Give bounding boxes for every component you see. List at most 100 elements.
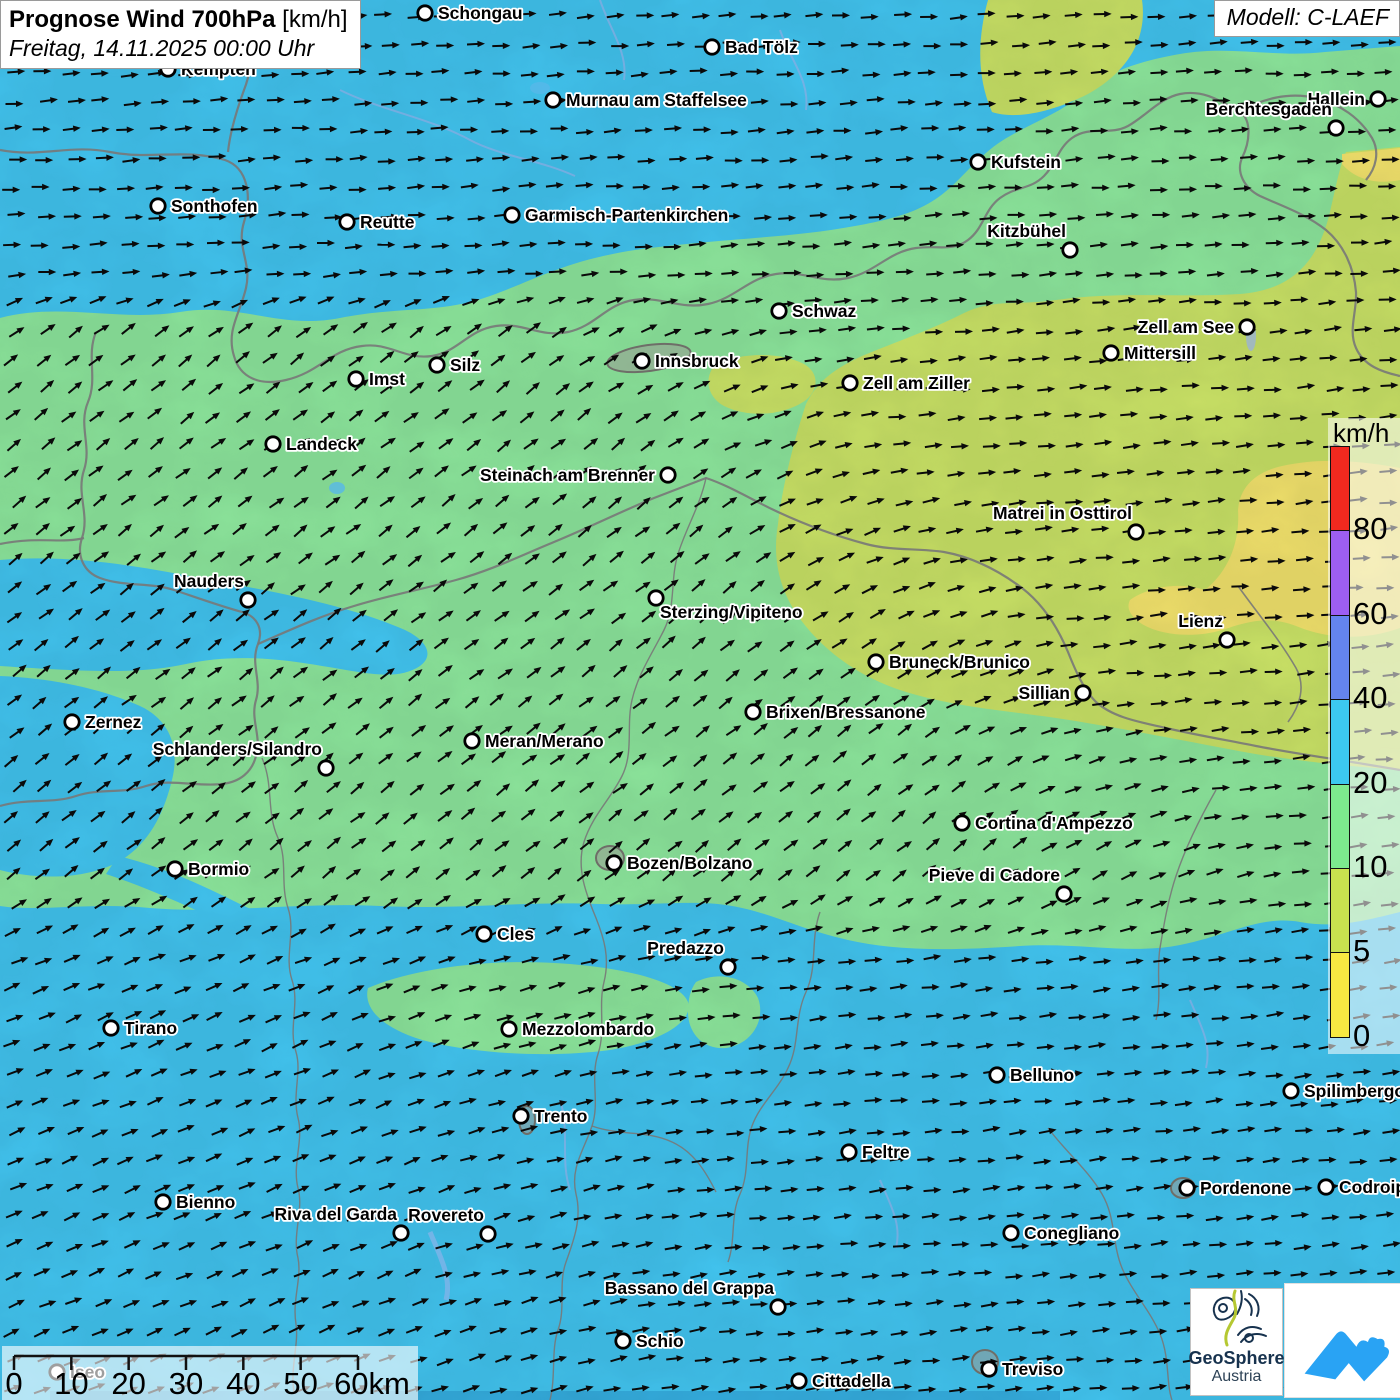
- city-label: Feltre: [862, 1142, 910, 1162]
- city-marker-trento: Trento: [514, 1106, 588, 1126]
- city-label: Berchtesgaden: [1206, 99, 1332, 119]
- city-label: Pieve di Cadore: [929, 865, 1061, 885]
- city-label: Sonthofen: [171, 196, 258, 216]
- city-marker-bozen-bolzano: Bozen/Bolzano: [607, 853, 753, 873]
- city-label: Zernez: [85, 712, 142, 732]
- city-label: Bad Tölz: [725, 37, 798, 57]
- city-label: Trento: [534, 1106, 587, 1126]
- city-dot: [418, 6, 432, 20]
- city-dot: [505, 208, 519, 222]
- city-dot: [546, 93, 560, 107]
- legend-tick-10: 10: [1353, 851, 1399, 883]
- city-dot: [151, 199, 165, 213]
- model-label: Modell: C-LAEF: [1214, 0, 1400, 37]
- city-label: Nauders: [174, 571, 244, 591]
- forecast-datetime: Freitag, 14.11.2025 00:00 Uhr: [9, 34, 348, 62]
- mountain-cloud-icon: [1295, 1293, 1391, 1389]
- legend-tick-40: 40: [1353, 682, 1399, 714]
- city-dot: [465, 734, 479, 748]
- city-label: Matrei in Osttirol: [993, 503, 1132, 523]
- geosphere-logo-subtext: Austria: [1212, 1368, 1262, 1386]
- legend-segment-5: [1330, 868, 1350, 954]
- wind-map: SchongauBad TölzKemptenMurnau am Staffel…: [0, 0, 1400, 1400]
- geosphere-logo-box: GeoSphere Austria: [1190, 1288, 1283, 1396]
- legend-segment-10: [1330, 784, 1350, 870]
- legend-color-bar: [1330, 446, 1350, 1038]
- city-dot: [1180, 1181, 1194, 1195]
- city-dot: [705, 40, 719, 54]
- scale-bar-label-2: 20: [111, 1366, 145, 1400]
- city-label: Innsbruck: [655, 351, 739, 371]
- city-label: Garmisch-Partenkirchen: [525, 205, 728, 225]
- city-dot: [635, 354, 649, 368]
- city-marker-cortina-d-ampezzo: Cortina d'Ampezzo: [955, 813, 1133, 833]
- city-dot: [990, 1068, 1004, 1082]
- city-dot: [266, 437, 280, 451]
- scale-bar-graphic: 0102030405060km: [2, 1346, 418, 1400]
- city-dot: [955, 816, 969, 830]
- legend-tick-20: 20: [1353, 767, 1399, 799]
- city-marker-steinach-am-brenner: Steinach am Brenner: [480, 465, 675, 485]
- city-label: Schongau: [438, 3, 523, 23]
- city-dot: [607, 856, 621, 870]
- lake-small-alpine: [329, 482, 345, 494]
- city-marker-bruneck-brunico: Bruneck/Brunico: [869, 652, 1030, 672]
- city-label: Sillian: [1018, 683, 1070, 703]
- map-title-box: Prognose Wind 700hPa [km/h] Freitag, 14.…: [0, 0, 361, 69]
- city-marker-garmisch-partenkirchen: Garmisch-Partenkirchen: [505, 205, 728, 225]
- city-dot: [104, 1021, 118, 1035]
- city-dot: [349, 372, 363, 386]
- city-dot: [481, 1227, 495, 1241]
- city-label: Bozen/Bolzano: [627, 853, 752, 873]
- legend-segment-20: [1330, 699, 1350, 785]
- city-dot: [1004, 1226, 1018, 1240]
- scale-bar-label-6: 60km: [334, 1366, 410, 1400]
- city-dot: [1104, 346, 1118, 360]
- city-dot: [502, 1022, 516, 1036]
- city-dot: [340, 215, 354, 229]
- scale-bar-label-0: 0: [5, 1366, 22, 1400]
- city-dot: [394, 1226, 408, 1240]
- city-label: Tirano: [124, 1018, 177, 1038]
- city-dot: [1076, 686, 1090, 700]
- city-dot: [843, 376, 857, 390]
- city-label: Riva del Garda: [274, 1204, 397, 1224]
- city-marker-meran-merano: Meran/Merano: [465, 731, 604, 751]
- city-marker-silz: Silz: [430, 355, 481, 375]
- city-dot: [168, 862, 182, 876]
- city-dot: [1057, 887, 1071, 901]
- city-label: Lienz: [1178, 611, 1223, 631]
- city-label: Sterzing/Vipiteno: [660, 602, 803, 622]
- city-dot: [1319, 1180, 1333, 1194]
- city-label: Codroipo: [1339, 1177, 1400, 1197]
- city-label: Cles: [497, 924, 534, 944]
- scale-bar-label-3: 30: [169, 1366, 203, 1400]
- city-label: Rovereto: [408, 1205, 484, 1225]
- legend-unit-label: km/h: [1333, 418, 1389, 449]
- city-label: Mittersill: [1124, 343, 1196, 363]
- city-dot: [721, 960, 735, 974]
- city-label: Kitzbühel: [987, 221, 1066, 241]
- city-dot: [65, 715, 79, 729]
- city-label: Bassano del Grappa: [605, 1278, 774, 1298]
- geosphere-logo-text: GeoSphere: [1188, 1348, 1284, 1368]
- city-label: Bruneck/Brunico: [889, 652, 1030, 672]
- city-dot: [1063, 243, 1077, 257]
- city-marker-zernez: Zernez: [65, 712, 142, 732]
- city-marker-feltre: Feltre: [842, 1142, 910, 1162]
- city-dot: [1220, 633, 1234, 647]
- city-label: Landeck: [286, 434, 357, 454]
- city-label: Predazzo: [647, 938, 724, 958]
- city-marker-murnau-am-staffelsee: Murnau am Staffelsee: [546, 90, 747, 110]
- scale-bar-label-4: 40: [226, 1366, 260, 1400]
- city-dot: [792, 1374, 806, 1388]
- legend-segment-80: [1330, 446, 1350, 532]
- city-label: Reutte: [360, 212, 415, 232]
- city-dot: [1129, 525, 1143, 539]
- city-marker-tirano: Tirano: [104, 1018, 177, 1038]
- city-marker-brixen-bressanone: Brixen/Bressanone: [746, 702, 926, 722]
- city-dot: [430, 358, 444, 372]
- page-title: Prognose Wind 700hPa [km/h]: [9, 5, 348, 34]
- scale-bar-label-5: 50: [283, 1366, 317, 1400]
- map-scale-bar: 0102030405060km: [2, 1346, 418, 1400]
